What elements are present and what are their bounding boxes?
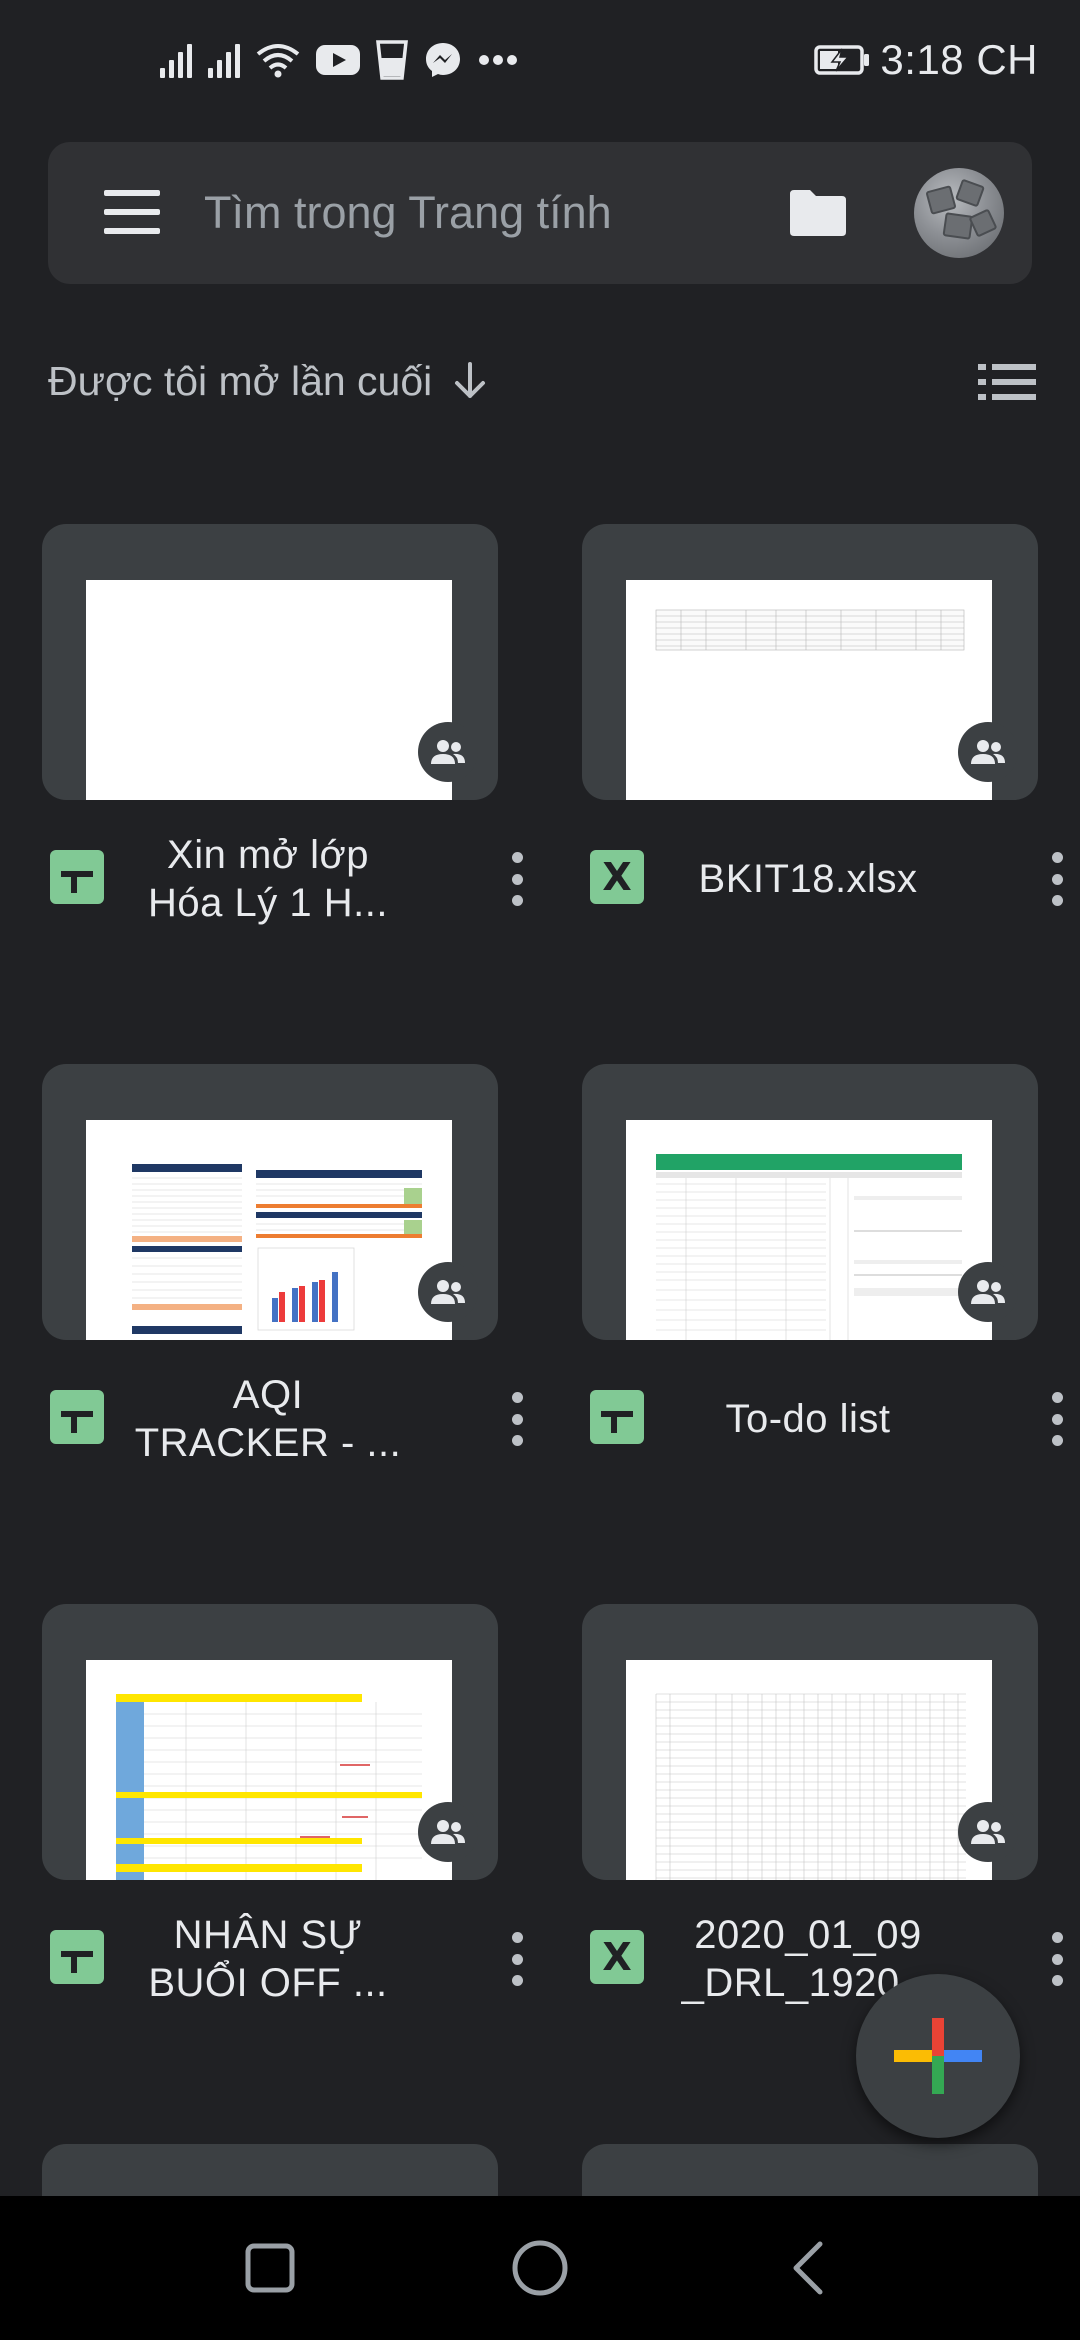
hamburger-menu-icon[interactable] <box>104 190 160 234</box>
drink-icon <box>376 40 408 80</box>
file-name[interactable]: Xin mở lớp Hóa Lý 1 H... <box>118 824 418 934</box>
file-name[interactable]: BKIT18.xlsx <box>658 824 958 934</box>
youtube-icon <box>316 45 360 75</box>
more-options-icon[interactable] <box>1042 1392 1072 1446</box>
search-bar[interactable] <box>48 142 1032 284</box>
folder-icon[interactable] <box>786 188 848 238</box>
google-sheets-icon <box>50 1390 104 1444</box>
recents-icon[interactable] <box>238 2236 302 2300</box>
shared-icon <box>958 1262 1018 1322</box>
thumbnail-preview <box>626 1660 992 1880</box>
sort-selector[interactable]: Được tôi mở lần cuối <box>48 350 488 412</box>
system-nav-bar <box>0 2196 1080 2340</box>
file-thumbnail[interactable] <box>582 2144 1038 2196</box>
google-sheets-icon <box>590 1390 644 1444</box>
sort-label: Được tôi mở lần cuối <box>48 357 433 404</box>
back-icon[interactable] <box>778 2236 842 2300</box>
file-meta: Xin mở lớp Hóa Lý 1 H... <box>42 824 523 934</box>
file-thumbnail[interactable] <box>42 1604 498 1880</box>
file-card[interactable] <box>582 2144 1038 2196</box>
shared-icon <box>958 722 1018 782</box>
excel-icon: X <box>590 850 644 904</box>
excel-icon: X <box>590 1930 644 1984</box>
more-notifications-icon <box>479 55 517 65</box>
more-options-icon[interactable] <box>502 1392 532 1446</box>
list-view-icon[interactable] <box>978 364 1036 400</box>
thumbnail-preview <box>86 1120 452 1340</box>
create-new-button[interactable] <box>856 1974 1020 2138</box>
avatar[interactable] <box>914 168 1004 258</box>
wifi-icon <box>256 44 300 78</box>
file-meta: NHÂN SỰ BUỔI OFF ... <box>42 1904 523 2014</box>
search-input[interactable] <box>204 178 784 248</box>
signal-icon <box>208 42 240 78</box>
file-thumbnail[interactable] <box>42 1064 498 1340</box>
shared-icon <box>418 722 478 782</box>
file-thumbnail[interactable] <box>42 2144 498 2196</box>
more-options-icon[interactable] <box>502 852 532 906</box>
file-card[interactable] <box>42 2144 498 2196</box>
clock: 3:18 CH <box>880 36 1038 83</box>
messenger-icon <box>426 43 460 77</box>
file-meta: To-do list <box>582 1364 1063 1474</box>
file-meta: X BKIT18.xlsx <box>582 824 1063 934</box>
shared-icon <box>958 1802 1018 1862</box>
shared-icon <box>418 1262 478 1322</box>
status-icons-right: 3:18 CH <box>814 30 1038 90</box>
file-thumbnail[interactable] <box>42 524 498 800</box>
file-thumbnail[interactable] <box>582 1064 1038 1340</box>
google-sheets-icon <box>50 850 104 904</box>
google-sheets-icon <box>50 1930 104 1984</box>
home-icon[interactable] <box>508 2236 572 2300</box>
more-options-icon[interactable] <box>1042 1932 1072 1986</box>
thumbnail-preview <box>626 580 992 800</box>
file-thumbnail[interactable] <box>582 1604 1038 1880</box>
file-name[interactable]: To-do list <box>658 1364 958 1474</box>
status-bar: 3:18 CH <box>0 0 1080 120</box>
file-meta: AQI TRACKER - ... <box>42 1364 523 1474</box>
signal-icon <box>160 42 192 78</box>
thumbnail-preview <box>86 580 452 800</box>
more-options-icon[interactable] <box>502 1932 532 1986</box>
thumbnail-preview <box>86 1660 452 1880</box>
thumbnail-preview <box>626 1120 992 1340</box>
arrow-down-icon <box>455 362 486 398</box>
status-icons-left <box>160 30 518 90</box>
plus-icon <box>894 2018 982 2094</box>
file-thumbnail[interactable] <box>582 524 1038 800</box>
file-name[interactable]: NHÂN SỰ BUỔI OFF ... <box>118 1904 418 2014</box>
file-name[interactable]: AQI TRACKER - ... <box>118 1364 418 1474</box>
more-options-icon[interactable] <box>1042 852 1072 906</box>
shared-icon <box>418 1802 478 1862</box>
battery-charging-icon <box>814 45 870 75</box>
